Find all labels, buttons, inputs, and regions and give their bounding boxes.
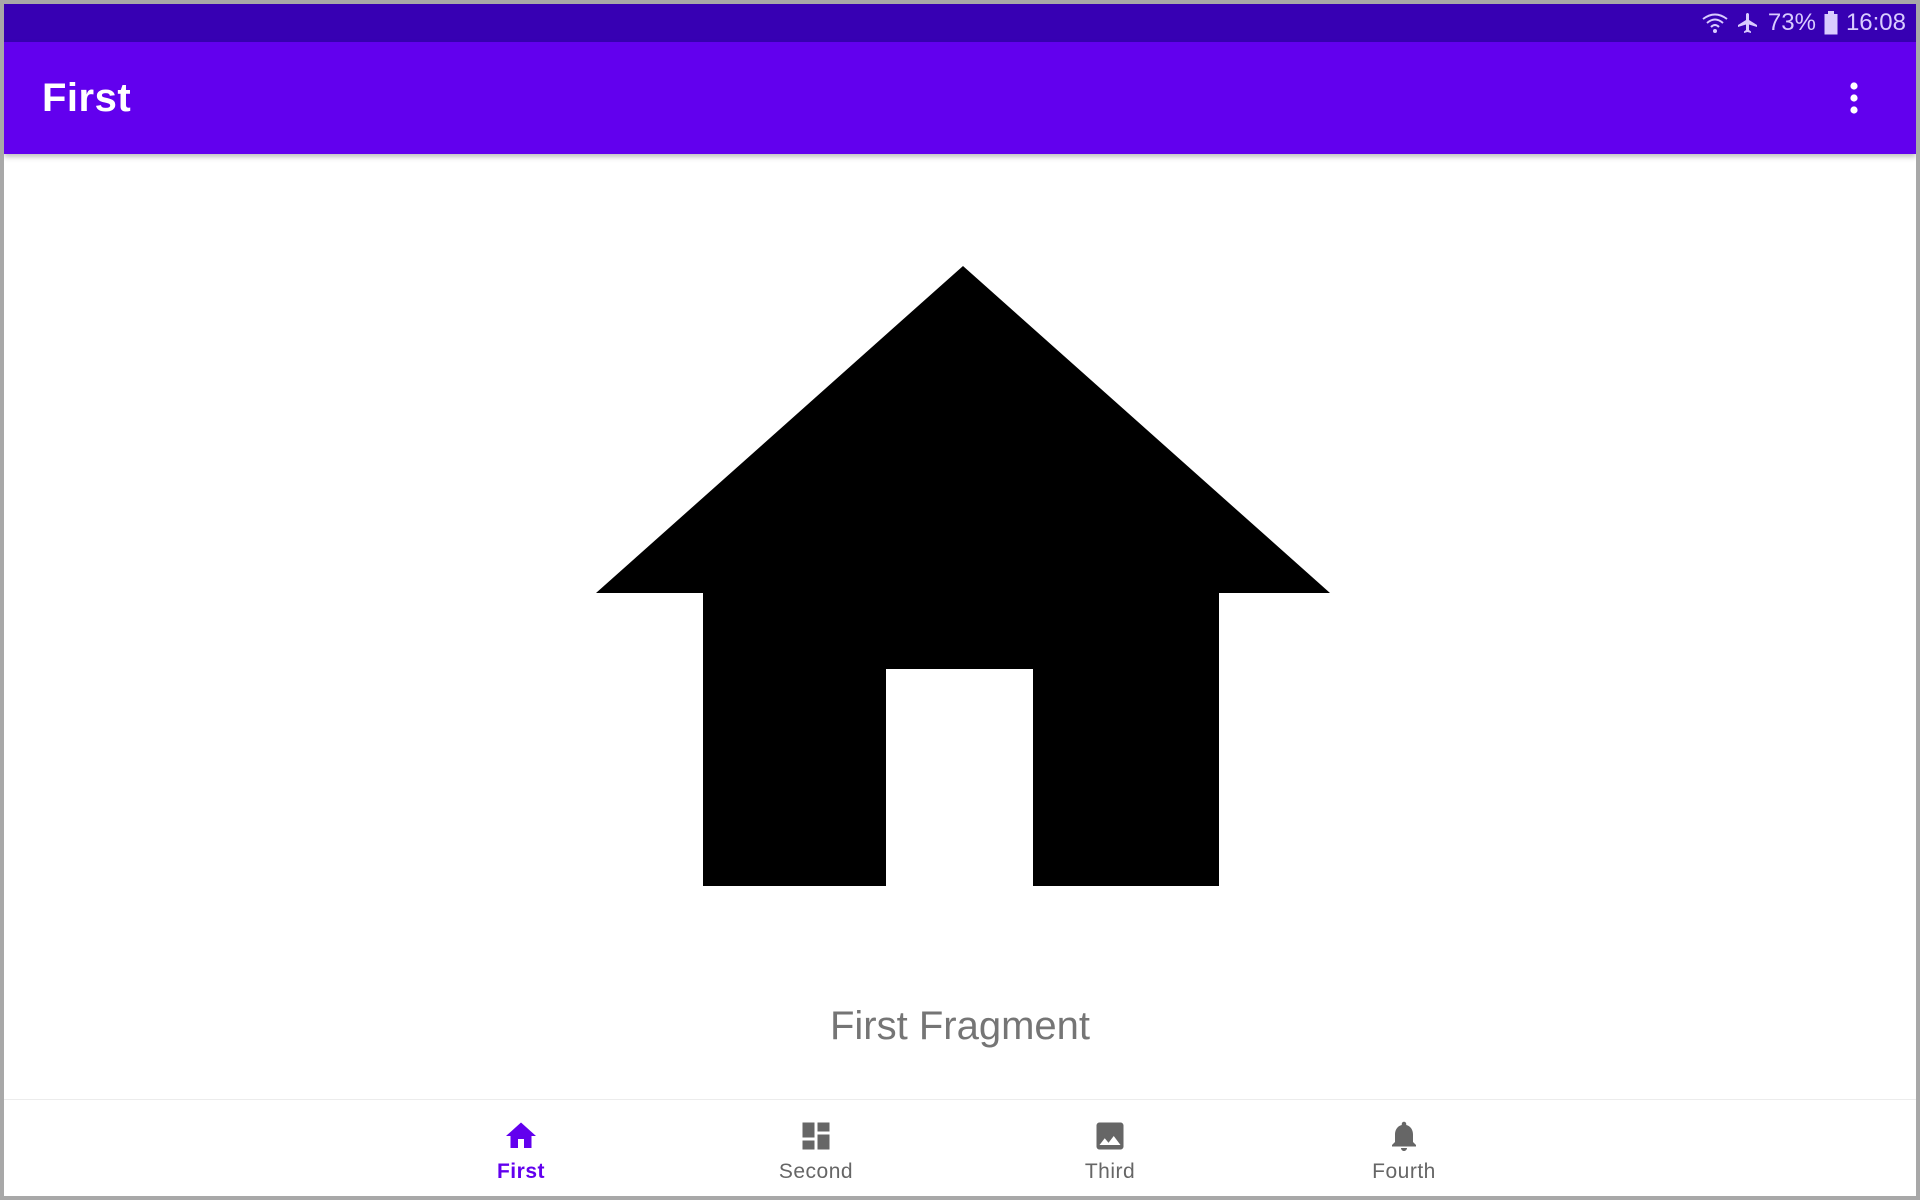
nav-label-third: Third <box>1084 1160 1136 1183</box>
fragment-content: First Fragment <box>4 154 1916 1099</box>
app-title: First <box>42 75 132 120</box>
battery-icon <box>1824 11 1838 35</box>
more-vert-icon <box>1850 82 1858 114</box>
home-icon <box>506 1122 536 1148</box>
device-frame: 73% 16:08 First First Fragment First Sec… <box>0 0 1920 1200</box>
airplane-mode-icon <box>1736 11 1760 35</box>
nav-label-second: Second <box>778 1160 854 1183</box>
home-icon <box>596 266 1330 886</box>
nav-item-fourth[interactable]: Fourth <box>1304 1100 1504 1196</box>
bottom-navigation: First Second Third Fourth <box>4 1099 1916 1196</box>
nav-label-first: First <box>496 1160 545 1183</box>
nav-label-fourth: Fourth <box>1372 1160 1436 1183</box>
status-bar: 73% 16:08 <box>4 4 1916 42</box>
nav-item-third[interactable]: Third <box>1010 1100 1210 1196</box>
app-bar: First <box>4 42 1916 154</box>
wifi-icon <box>1702 12 1728 34</box>
overflow-menu-button[interactable] <box>1830 74 1878 122</box>
dashboard-icon <box>802 1122 830 1150</box>
battery-percent: 73% <box>1767 9 1816 36</box>
notifications-icon <box>1392 1121 1416 1151</box>
fragment-label: First Fragment <box>829 1004 1091 1048</box>
nav-item-first[interactable]: First <box>421 1100 621 1196</box>
status-time: 16:08 <box>1845 9 1906 36</box>
image-icon <box>1096 1122 1124 1150</box>
nav-item-second[interactable]: Second <box>716 1100 916 1196</box>
